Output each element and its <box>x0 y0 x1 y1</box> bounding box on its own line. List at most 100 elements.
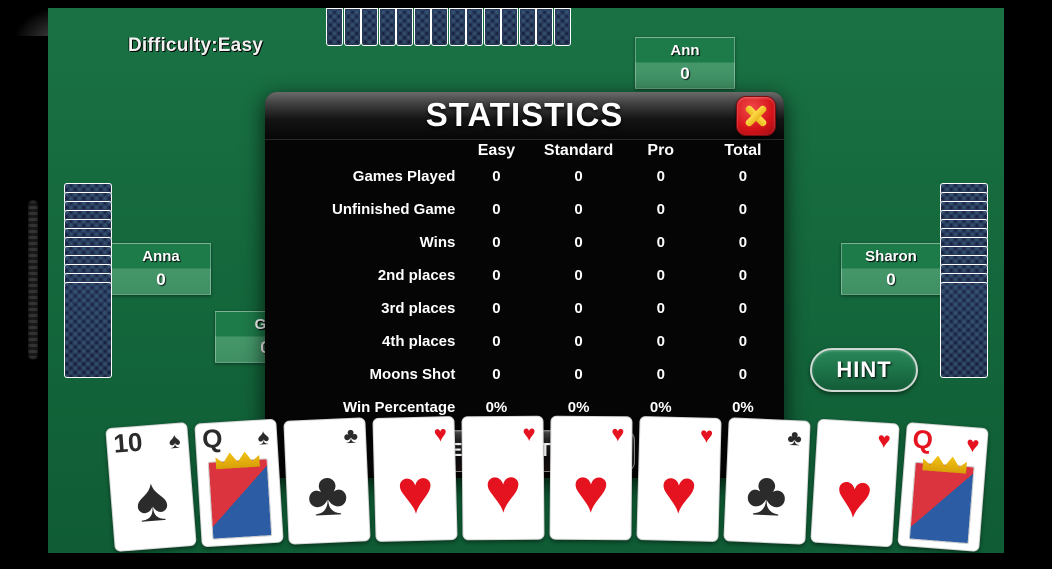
opponent-hand-top <box>326 8 576 46</box>
card-back <box>448 8 466 46</box>
player-score-sharon: Sharon 0 <box>841 243 941 295</box>
player-score-ann: Ann 0 <box>635 37 735 89</box>
card-suit-icon: ♠ <box>167 427 182 454</box>
dialog-header: STATISTICS <box>265 92 784 140</box>
stats-cell: 0 <box>738 168 748 185</box>
stats-column-header-standard: Standard <box>543 142 614 159</box>
card-back <box>64 282 112 378</box>
stats-cell: 0 <box>492 234 501 251</box>
stats-cell: 0 <box>492 300 501 317</box>
card-rank: Q <box>911 423 935 456</box>
playing-card[interactable]: Q ♠ <box>194 418 284 548</box>
playing-card[interactable]: ♣ ♣ <box>283 417 371 545</box>
statistics-table: Easy Standard Pro Total Games Played 0 0 0 0 Unfi… <box>265 140 784 424</box>
court-card-art <box>207 458 273 540</box>
stats-cell: 0 <box>492 366 501 383</box>
stats-row-label: 2nd places <box>377 267 456 284</box>
stats-cell: 0 <box>738 366 748 383</box>
stats-cell: 0 <box>656 300 665 317</box>
card-suit-icon: ♥ <box>611 421 625 447</box>
stats-cell: 0 <box>656 201 665 218</box>
player-score-anna: Anna 0 <box>111 243 211 295</box>
playing-card[interactable]: ♥ ♥ <box>372 415 458 543</box>
playing-card[interactable]: ♥ ♥ <box>810 418 900 548</box>
stats-cell: 0 <box>574 333 583 350</box>
player-score: 0 <box>156 270 166 289</box>
stats-row-label: Wins <box>419 234 456 251</box>
stats-cell: 0 <box>738 234 748 251</box>
stats-row: Games Played 0 0 0 0 <box>265 160 784 193</box>
player-score: 0 <box>886 270 896 289</box>
stats-cell: 0 <box>738 333 748 350</box>
player-name: Anna <box>142 248 180 265</box>
card-suit-large-icon: ♣ <box>305 459 350 530</box>
card-suit-icon: ♣ <box>786 424 803 451</box>
playing-card[interactable]: ♥ ♥ <box>461 415 545 541</box>
card-suit-icon: ♠ <box>256 424 270 450</box>
stats-cell: 0 <box>738 300 748 317</box>
playing-card[interactable]: ♣ ♣ <box>723 417 811 545</box>
card-back <box>343 8 361 46</box>
stats-column-header-total: Total <box>724 142 762 159</box>
difficulty-label: Difficulty:Easy <box>128 35 263 56</box>
close-icon[interactable] <box>736 96 776 136</box>
player-name: Ann <box>670 42 700 59</box>
card-suit-icon: ♣ <box>343 422 359 449</box>
card-back <box>413 8 431 46</box>
dialog-title: STATISTICS <box>425 96 624 133</box>
stats-cell: 0 <box>738 201 748 218</box>
stats-cell: 0 <box>492 201 501 218</box>
card-back <box>326 8 343 46</box>
card-suit-icon: ♥ <box>699 422 714 448</box>
card-suit-large-icon: ♠ <box>132 464 172 537</box>
stats-cell: 0 <box>574 267 583 284</box>
speaker-grille-icon <box>28 200 38 360</box>
stats-grid: Easy Standard Pro Total Games Played 0 0 0 0 Unfi… <box>265 140 784 424</box>
card-rank: 10 <box>112 426 144 459</box>
stats-row-label: Moons Shot <box>369 366 456 383</box>
card-back <box>483 8 501 46</box>
playing-card[interactable]: ♥ ♥ <box>636 415 722 543</box>
player-score: 0 <box>680 64 690 83</box>
card-suit-large-icon: ♥ <box>396 457 435 528</box>
court-card-art <box>908 461 975 545</box>
hint-button[interactable]: HINT <box>810 348 918 392</box>
stats-row-label: Unfinished Game <box>332 201 456 218</box>
stats-cell: 0 <box>656 333 665 350</box>
card-back <box>553 8 571 46</box>
stats-row: Moons Shot 0 0 0 0 <box>265 358 784 391</box>
card-suit-icon: ♥ <box>522 420 536 446</box>
card-back <box>536 8 553 46</box>
stats-row-label: 4th places <box>381 333 456 350</box>
player-name: Sharon <box>865 248 917 265</box>
card-back <box>431 8 448 46</box>
stats-cell: 0 <box>574 366 583 383</box>
card-suit-icon: ♥ <box>965 431 981 458</box>
stats-row: 4th places 0 0 0 0 <box>265 325 784 358</box>
playing-card[interactable]: ♥ ♥ <box>549 415 633 541</box>
stats-cell: 0 <box>574 234 583 251</box>
card-back <box>466 8 483 46</box>
stats-row: Wins 0 0 0 0 <box>265 226 784 259</box>
card-back <box>501 8 518 46</box>
card-suit-icon: ♥ <box>433 421 448 447</box>
playing-card[interactable]: Q ♥ <box>897 421 989 553</box>
stats-cell: 0 <box>656 168 665 185</box>
stats-row: Unfinished Game 0 0 0 0 <box>265 193 784 226</box>
stats-row: 2nd places 0 0 0 0 <box>265 259 784 292</box>
stats-header-spacer <box>265 140 455 160</box>
stats-cell: 0 <box>492 267 501 284</box>
stats-cell: 0 <box>656 267 665 284</box>
stats-row-label: Games Played <box>352 168 456 185</box>
card-back <box>518 8 536 46</box>
opponent-hand-right <box>940 183 988 378</box>
stats-cell: 0 <box>492 333 501 350</box>
card-back <box>361 8 378 46</box>
card-suit-large-icon: ♥ <box>572 456 610 527</box>
stats-row-label: 3rd places <box>381 300 456 317</box>
stats-cell: 0 <box>574 300 583 317</box>
card-suit-large-icon: ♥ <box>659 457 698 528</box>
stats-column-header-easy: Easy <box>477 142 516 159</box>
card-back <box>940 282 988 378</box>
playing-card[interactable]: 10 ♠ ♠ <box>105 421 197 553</box>
